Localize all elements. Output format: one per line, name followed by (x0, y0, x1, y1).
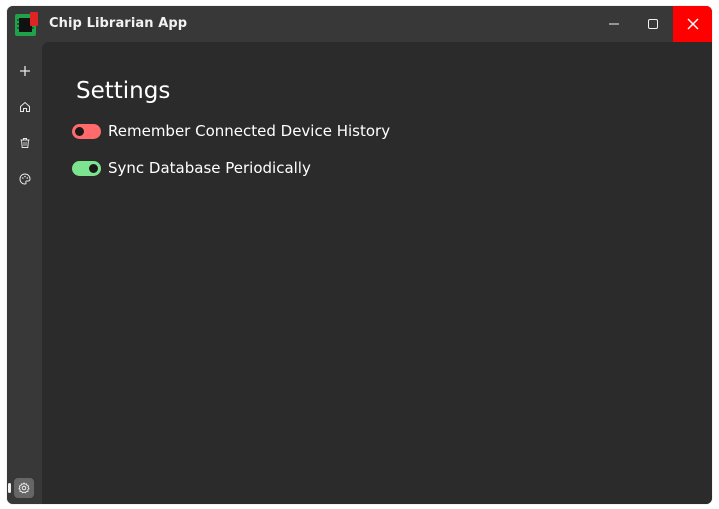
chip-icon (14, 12, 38, 38)
minimize-icon (608, 18, 620, 30)
gear-icon (18, 479, 30, 498)
close-icon (686, 18, 699, 30)
setting-label: Remember Connected Device History (108, 122, 391, 140)
app-title: Chip Librarian App (49, 16, 188, 31)
palette-icon (18, 172, 31, 185)
app-window: Chip Librarian App Settings Remember Con… (7, 6, 712, 504)
setting-remember-device-history: Remember Connected Device History (72, 121, 390, 141)
minimize-button[interactable] (595, 6, 633, 42)
palette-button[interactable] (12, 166, 37, 191)
maximize-icon (647, 18, 659, 30)
trash-button[interactable] (12, 130, 37, 155)
plus-icon (19, 65, 31, 77)
setting-sync-database: Sync Database Periodically (72, 158, 311, 178)
remember-history-toggle[interactable] (72, 123, 101, 139)
main-content: Settings Remember Connected Device Histo… (42, 42, 712, 504)
page-title: Settings (76, 78, 171, 104)
add-button[interactable] (12, 58, 37, 83)
close-button[interactable] (673, 6, 712, 42)
sidebar (7, 42, 42, 504)
sync-database-toggle[interactable] (72, 160, 101, 176)
active-indicator (8, 483, 11, 493)
home-icon (19, 101, 31, 113)
toggle-knob (89, 163, 98, 173)
setting-label: Sync Database Periodically (108, 159, 311, 177)
maximize-button[interactable] (634, 6, 672, 42)
home-button[interactable] (12, 94, 37, 119)
toggle-knob (75, 126, 84, 136)
settings-button[interactable] (14, 478, 34, 498)
trash-icon (19, 137, 31, 149)
title-bar[interactable]: Chip Librarian App (7, 6, 712, 42)
